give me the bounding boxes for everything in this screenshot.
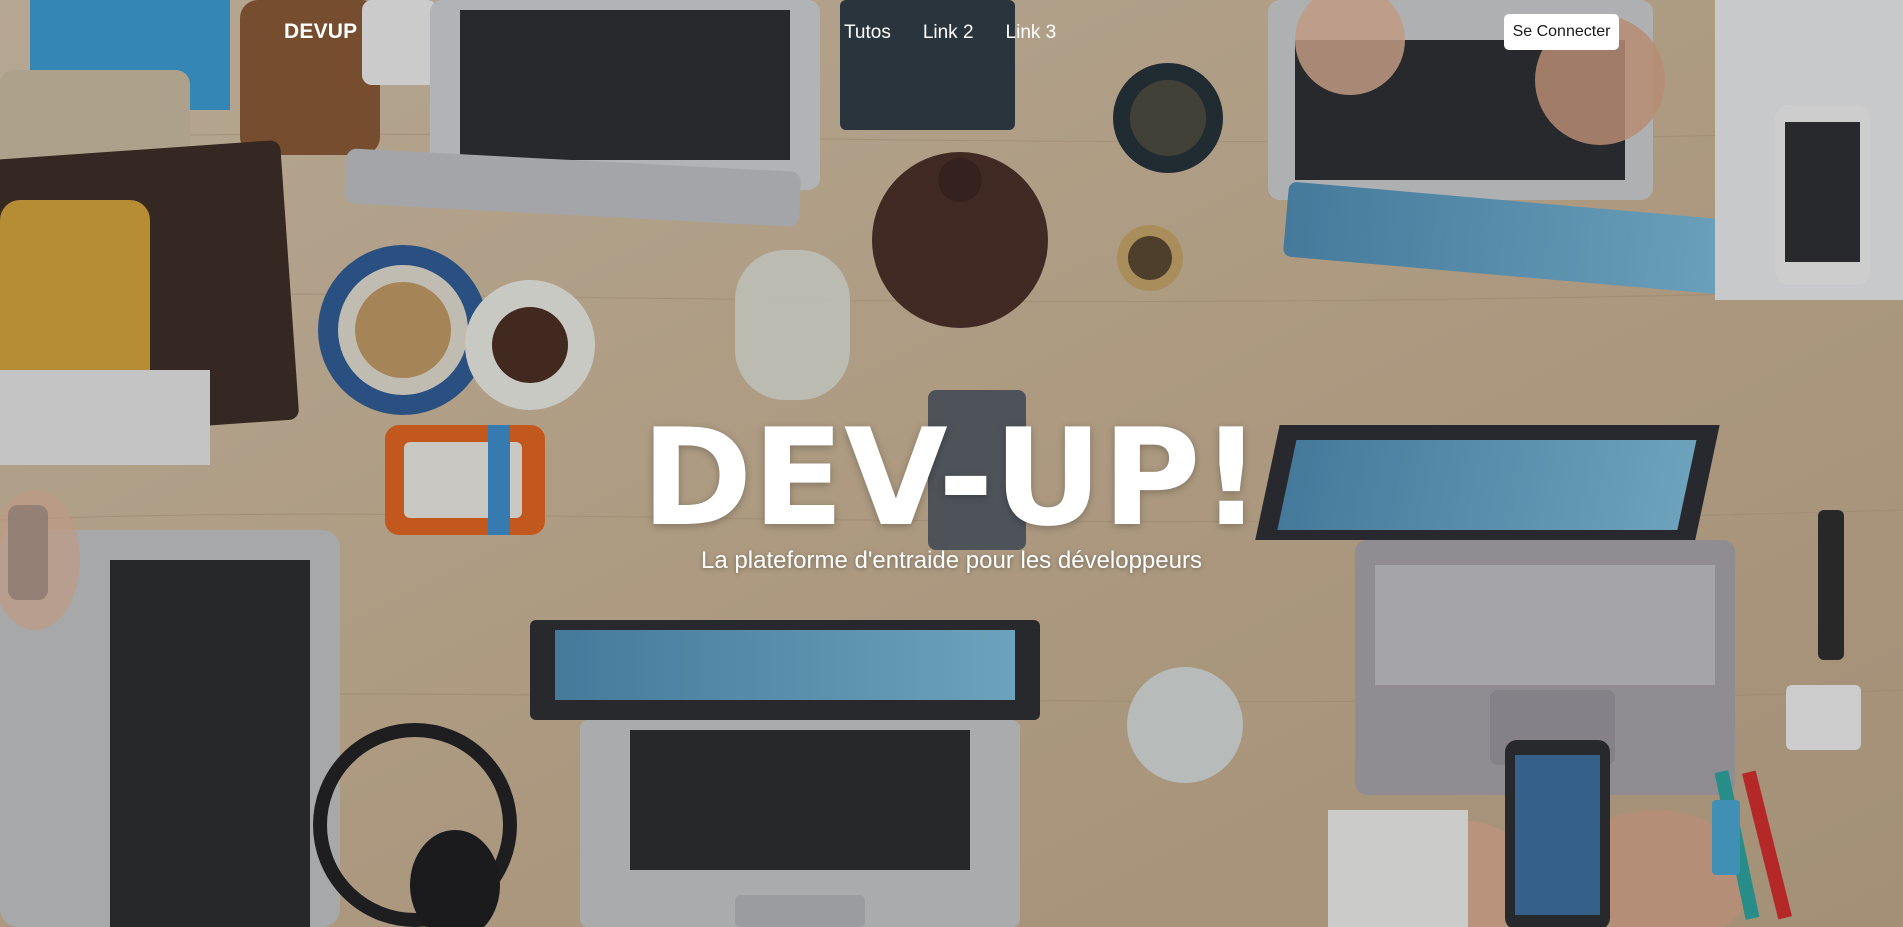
login-button[interactable]: Se Connecter	[1504, 14, 1619, 50]
hero-section: DEVUP Tutos Link 2 Link 3 Se Connecter D…	[0, 0, 1903, 927]
nav-links: Tutos Link 2 Link 3	[844, 22, 1088, 44]
nav-link-2[interactable]: Link 2	[923, 22, 974, 44]
brand-logo[interactable]: DEVUP	[284, 20, 357, 44]
nav-link-tutos[interactable]: Tutos	[844, 22, 891, 44]
navbar: DEVUP Tutos Link 2 Link 3 Se Connecter	[0, 0, 1903, 66]
nav-link-3[interactable]: Link 3	[1006, 22, 1057, 44]
hero-subtitle: La plateforme d'entraide pour les dévelo…	[701, 547, 1202, 574]
hero-title: DEV-UP!	[641, 400, 1262, 556]
